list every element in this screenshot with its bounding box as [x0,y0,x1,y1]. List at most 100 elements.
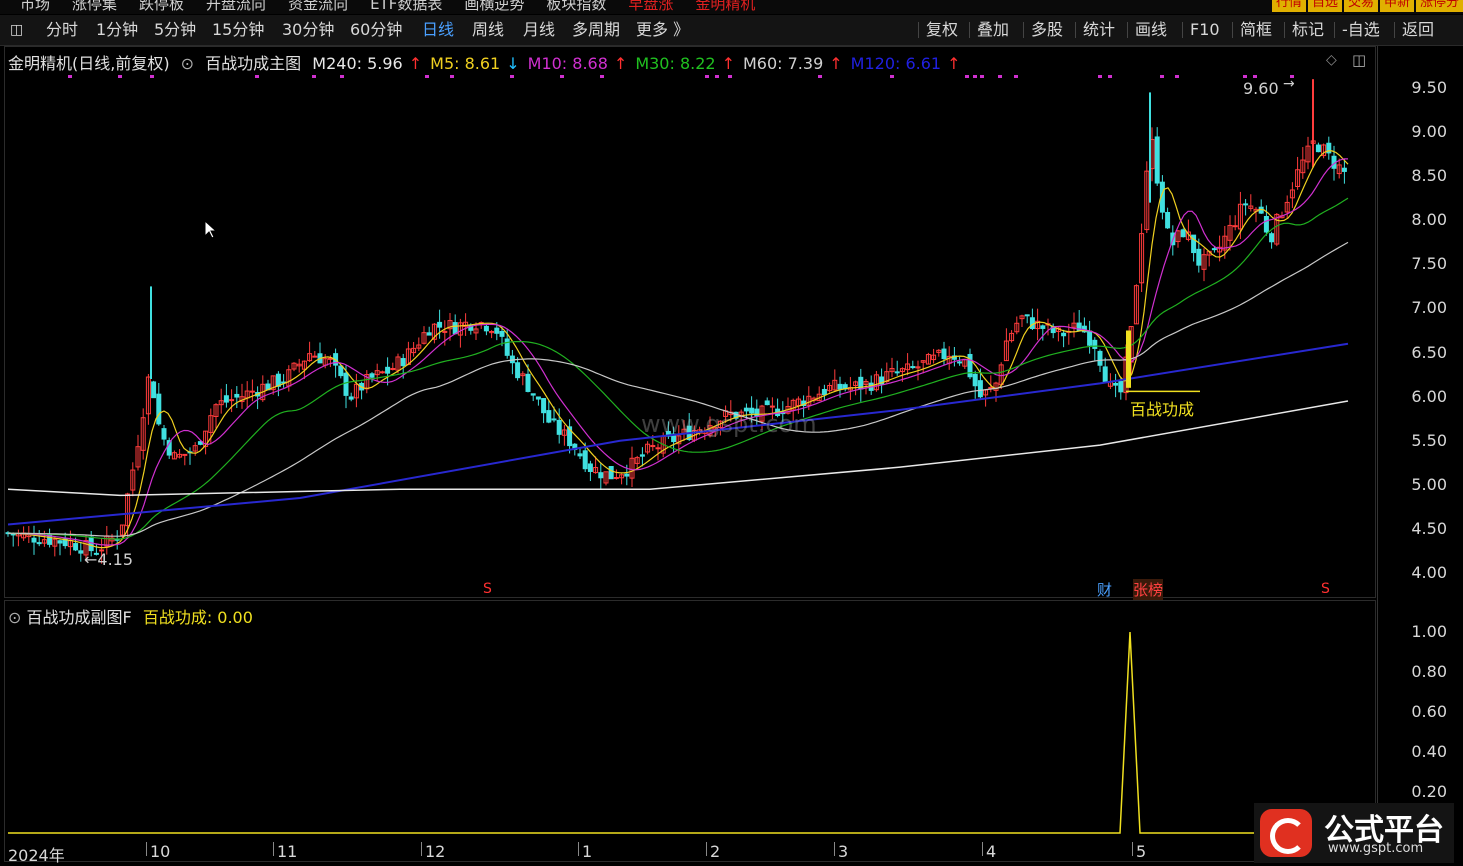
x-tick-mark [273,842,274,856]
s-marker-1[interactable]: S [483,581,492,597]
brand-watermark: 公式平台 www.gspt.com [1254,803,1454,863]
signal-dot [818,75,822,78]
signal-dot [1253,75,1257,78]
candle-body [613,477,619,480]
ma-legend-item: M240: 5.96 [312,54,403,73]
signal-dot [1098,75,1102,78]
signal-dot [312,75,316,78]
ma-legend-item: M10: 8.68 [527,54,608,73]
signal-marker [1126,330,1200,393]
candle-body [587,463,593,472]
candle-body [379,371,385,374]
signal-dot [118,75,122,78]
candle-body [577,453,583,457]
signal-dot [150,75,154,78]
candle-body [73,543,79,551]
sub-indicator-name[interactable]: 百战功成副图F [27,608,132,627]
signal-label: 百战功成 [1130,400,1195,419]
signal-dot [450,75,454,78]
brand-logo-icon [1260,809,1312,857]
candle-body [1263,215,1269,233]
ma-legend-item: M5: 8.61 [430,54,501,73]
x-tick-mark [578,842,579,856]
candle-body [504,338,510,356]
candle-body [452,322,458,335]
signal-dot [1014,75,1018,78]
candle-body [821,388,827,396]
candle-body [1029,317,1035,329]
s-marker-2[interactable]: S [1321,581,1330,597]
x-tick-label: 11 [277,842,298,861]
candle-body [156,393,162,425]
candle-body [541,398,547,414]
x-tick-mark [421,842,422,856]
settings-icon[interactable]: ⊙ [181,54,194,73]
signal-dot [560,75,564,78]
candle-body [182,453,188,456]
candle-body [535,396,541,400]
high-arrow-icon: → [1283,76,1295,92]
diamond-icon[interactable]: ◇ [1326,52,1337,68]
candle-body [1269,233,1275,243]
x-tick-mark [834,842,835,856]
sub-legend: ⊙ 百战功成副图F 百战功成: 0.00 [8,604,253,628]
ma-trend-arrow-icon: ↓ [506,54,520,73]
x-tick-mark [146,842,147,856]
x-tick-label: 10 [150,842,171,861]
panel-toggle-icon[interactable]: ◫ [1352,51,1366,69]
candle-body [650,445,656,448]
signal-bar [1126,330,1131,388]
candle-body [385,366,391,374]
candle-body [525,373,531,392]
candle-body [1024,314,1030,317]
candle-body [1087,330,1093,346]
ma-trend-arrow-icon: ↑ [947,54,961,73]
candle-body [400,358,406,367]
signal-dot [973,75,977,78]
finance-badge[interactable]: 财 [1097,579,1112,600]
signal-dot [998,75,1002,78]
signal-dot [980,75,984,78]
signal-dot [965,75,969,78]
candle-body [1118,381,1124,393]
candle-body [31,537,37,543]
x-tick-label: 2 [710,842,721,861]
candle-body [910,366,916,369]
x-tick-mark [1132,842,1133,856]
x-tick-label: 1 [582,842,593,861]
candle-body [1040,325,1046,329]
candle-body [972,373,978,387]
candle-body [1165,211,1171,229]
candle-body [343,372,349,396]
candle-body [338,365,344,377]
signal-dot [1108,75,1112,78]
candle-body [624,473,630,477]
sub-indicator-line [8,631,1370,834]
candle-body [1097,350,1103,366]
sub-indicator-value: 百战功成: 0.00 [142,608,253,627]
settings-icon[interactable]: ⊙ [8,608,21,627]
candlestick-series [5,79,1347,564]
signal-dot [1243,75,1247,78]
candle-body [1061,332,1067,337]
signal-dot [255,75,259,78]
candle-body [608,466,614,480]
candle-body [639,454,645,457]
limit-up-badge[interactable]: 张榜 [1133,579,1164,600]
x-tick-label: 2024年 [8,846,65,865]
candle-body [769,405,775,408]
candle-body [556,419,562,435]
candle-body [229,399,235,402]
signal-dot [68,75,72,78]
high-price-label: 9.60 [1243,79,1279,98]
signal-dot [510,75,514,78]
candle-body [1315,144,1321,153]
candle-body [161,428,167,440]
candle-body [499,330,505,337]
main-indicator-name[interactable]: 百战功成主图 [205,54,301,73]
candle-body [312,355,318,358]
signal-dot [715,75,719,78]
candle-body [598,472,604,479]
x-tick-mark [982,842,983,856]
ma-trend-arrow-icon: ↑ [721,54,735,73]
